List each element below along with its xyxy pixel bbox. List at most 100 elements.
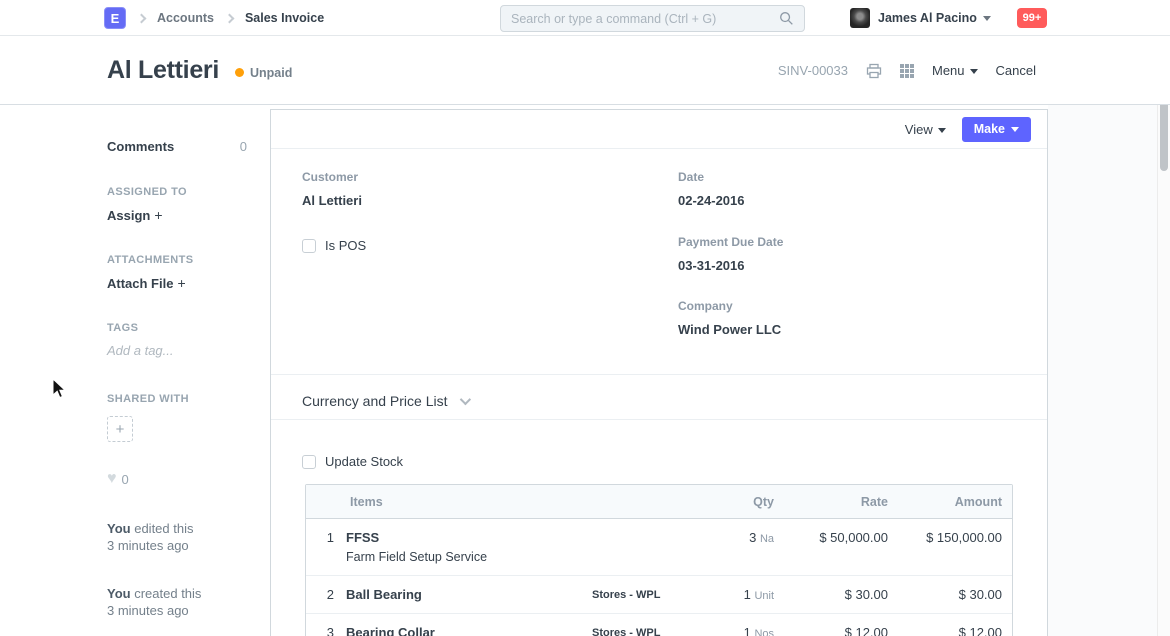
item-qty: 3 Na <box>670 519 780 575</box>
item-warehouse <box>592 519 670 575</box>
item-rate: $ 50,000.00 <box>780 519 894 575</box>
add-tag-input[interactable]: Add a tag... <box>107 343 174 358</box>
form-panel: View Make Customer Al Lettieri Is POS Da… <box>270 109 1048 636</box>
navbar: E Accounts Sales Invoice James Al Pacino… <box>0 0 1170 36</box>
item-code: FFSS <box>346 530 592 545</box>
page-gutter <box>1048 105 1157 636</box>
attachments-heading: ATTACHMENTS <box>107 254 193 266</box>
item-code: Ball Bearing <box>346 587 592 602</box>
currency-section-label: Currency and Price List <box>302 393 448 409</box>
item-warehouse: Stores - WPL <box>592 576 670 613</box>
attach-file-button[interactable]: Attach File+ <box>107 275 186 291</box>
table-row[interactable]: 3 Bearing Collar Stores - WPL 1 Nos $ 12… <box>306 614 1012 636</box>
view-button[interactable]: View <box>905 122 946 137</box>
section-divider <box>271 374 1047 375</box>
currency-section-toggle[interactable]: Currency and Price List <box>302 393 468 409</box>
chevron-right-icon <box>225 13 235 23</box>
plus-icon: + <box>154 207 162 223</box>
customer-label: Customer <box>302 170 362 184</box>
item-amount: $ 30.00 <box>894 576 1014 613</box>
plus-icon: + <box>177 275 185 291</box>
chevron-down-icon <box>970 69 978 74</box>
grid-menu-icon[interactable] <box>900 64 914 78</box>
table-row[interactable]: 1 FFSS Farm Field Setup Service 3 Na $ 5… <box>306 519 1012 576</box>
activity-entry: You edited this 3 minutes ago <box>107 520 193 554</box>
item-uom: Na <box>760 533 774 545</box>
is-pos-label: Is POS <box>325 238 366 253</box>
item-amount: $ 12.00 <box>894 614 1014 636</box>
plus-icon: + <box>116 421 125 438</box>
status-dot-icon <box>235 68 244 77</box>
date-field: Date 02-24-2016 <box>678 170 745 208</box>
item-qty: 1 Nos <box>670 614 780 636</box>
like-button[interactable]: ♥ 0 <box>107 471 129 487</box>
form-sidebar: Comments 0 ASSIGNED TO Assign+ ATTACHMEN… <box>107 105 247 636</box>
sales-invoice-page: E Accounts Sales Invoice James Al Pacino… <box>0 0 1170 636</box>
date-value[interactable]: 02-24-2016 <box>678 193 745 208</box>
update-stock-checkbox[interactable] <box>302 455 316 469</box>
app-logo[interactable]: E <box>104 7 126 29</box>
header-amount: Amount <box>894 495 1014 509</box>
item-qty: 1 Unit <box>670 576 780 613</box>
user-menu[interactable]: James Al Pacino <box>850 0 991 36</box>
print-icon[interactable] <box>866 63 882 79</box>
company-label: Company <box>678 299 781 313</box>
customer-field: Customer Al Lettieri <box>302 170 362 208</box>
chevron-down-icon <box>1011 127 1019 132</box>
item-warehouse: Stores - WPL <box>592 614 670 636</box>
document-id: SINV-00033 <box>778 63 848 78</box>
comments-count: 0 <box>240 139 247 154</box>
user-avatar <box>850 8 870 28</box>
header-items: Items <box>346 495 592 509</box>
company-value[interactable]: Wind Power LLC <box>678 322 781 337</box>
shared-with-heading: SHARED WITH <box>107 393 189 405</box>
activity-entry: You created this 3 minutes ago <box>107 585 201 619</box>
row-index: 2 <box>306 576 346 613</box>
table-row[interactable]: 2 Ball Bearing Stores - WPL 1 Unit $ 30.… <box>306 576 1012 614</box>
make-button[interactable]: Make <box>962 117 1031 142</box>
notifications-badge[interactable]: 99+ <box>1017 8 1047 28</box>
is-pos-field[interactable]: Is POS <box>302 238 366 253</box>
search-input[interactable] <box>511 12 779 26</box>
item-code: Bearing Collar <box>346 625 592 636</box>
update-stock-field[interactable]: Update Stock <box>302 454 403 469</box>
row-index: 3 <box>306 614 346 636</box>
breadcrumb-accounts[interactable]: Accounts <box>157 11 214 25</box>
form-toolbar: View Make <box>271 110 1047 149</box>
breadcrumb-sales-invoice[interactable]: Sales Invoice <box>245 11 324 25</box>
due-date-field: Payment Due Date 03-31-2016 <box>678 235 783 273</box>
search-icon <box>779 11 794 26</box>
due-date-value[interactable]: 03-31-2016 <box>678 258 783 273</box>
chevron-down-icon <box>938 128 946 133</box>
chevron-down-icon <box>983 16 991 21</box>
item-rate: $ 30.00 <box>780 576 894 613</box>
global-search <box>500 5 805 32</box>
date-label: Date <box>678 170 745 184</box>
comments-label: Comments <box>107 139 174 154</box>
item-uom: Nos <box>754 628 774 636</box>
item-amount: $ 150,000.00 <box>894 519 1014 575</box>
header-rate: Rate <box>780 495 894 509</box>
heart-icon: ♥ <box>107 471 117 487</box>
menu-button[interactable]: Menu <box>932 63 978 78</box>
customer-value[interactable]: Al Lettieri <box>302 193 362 208</box>
assign-button[interactable]: Assign+ <box>107 207 163 223</box>
items-table-header: Items Qty Rate Amount <box>306 485 1012 519</box>
chevron-down-icon <box>459 394 470 405</box>
item-rate: $ 12.00 <box>780 614 894 636</box>
status-badge: Unpaid <box>250 66 292 80</box>
row-index: 1 <box>306 519 346 575</box>
is-pos-checkbox[interactable] <box>302 239 316 253</box>
page-title: Al Lettieri <box>107 56 219 85</box>
section-divider <box>271 419 1047 420</box>
user-name: James Al Pacino <box>878 11 977 25</box>
update-stock-label: Update Stock <box>325 454 403 469</box>
status-indicator: Unpaid <box>235 66 292 80</box>
page-head: Al Lettieri Unpaid SINV-00033 Menu Cance… <box>0 36 1170 105</box>
comments-link[interactable]: Comments 0 <box>107 139 247 154</box>
add-share-button[interactable]: + <box>107 416 133 442</box>
company-field: Company Wind Power LLC <box>678 299 781 337</box>
chevron-right-icon <box>137 13 147 23</box>
items-table: Items Qty Rate Amount 1 FFSS Farm Field … <box>305 484 1013 636</box>
cancel-button[interactable]: Cancel <box>996 63 1036 78</box>
